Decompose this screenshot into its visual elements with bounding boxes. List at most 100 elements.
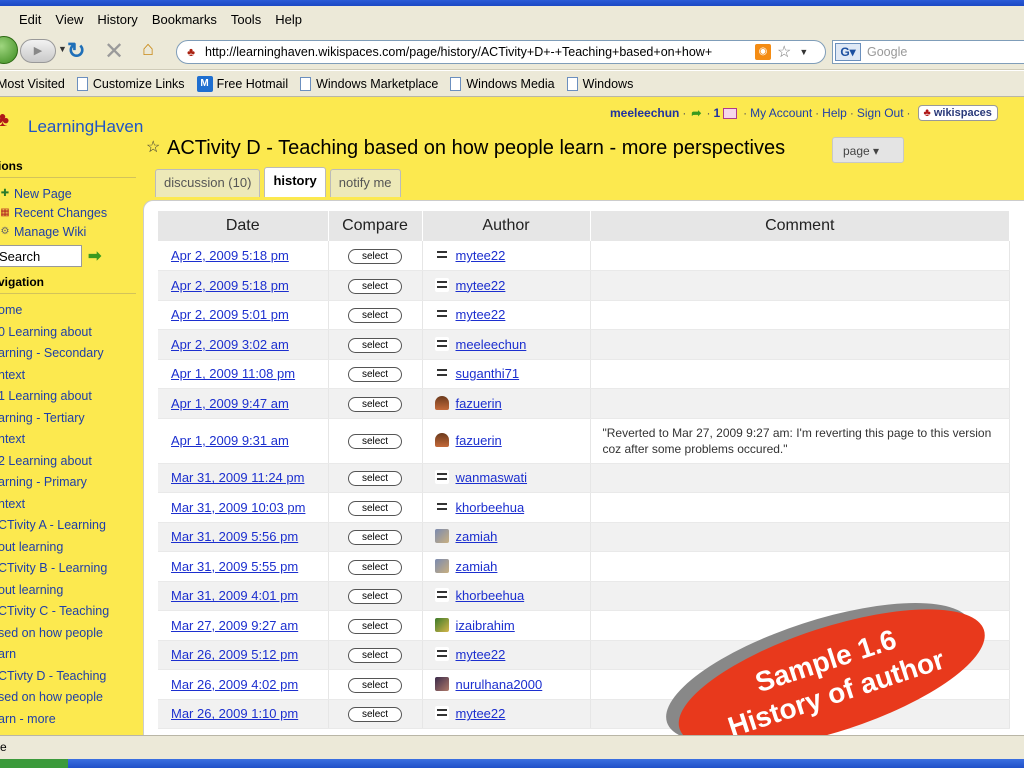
revision-date-link[interactable]: Apr 1, 2009 9:47 am	[171, 396, 289, 411]
select-compare-button[interactable]: select	[348, 589, 402, 605]
menu-view[interactable]: View	[48, 12, 90, 27]
select-compare-button[interactable]: select	[348, 530, 402, 546]
my-account-link[interactable]: My Account	[750, 106, 812, 120]
revision-date-link[interactable]: Mar 26, 2009 4:02 pm	[171, 677, 298, 692]
select-compare-button[interactable]: select	[348, 434, 402, 449]
select-compare-button[interactable]: select	[348, 396, 402, 412]
url-bar[interactable]: ♣ http://learninghaven.wikispaces.com/pa…	[176, 40, 826, 64]
author-link[interactable]: khorbeehua	[456, 588, 525, 603]
author-link[interactable]: mytee22	[456, 248, 506, 263]
nav-link[interactable]: 0 Learning about	[0, 322, 140, 344]
menu-tools[interactable]: Tools	[224, 12, 268, 27]
revision-date-link[interactable]: Mar 31, 2009 5:56 pm	[171, 529, 298, 544]
rss-feed-icon[interactable]: ◉	[755, 44, 771, 60]
nav-link[interactable]: sed on how people	[0, 623, 140, 645]
bookmark-free-hotmail[interactable]: M Free Hotmail	[193, 75, 288, 92]
author-link[interactable]: mytee22	[456, 278, 506, 293]
bookmark-customize-links[interactable]: Customize Links	[73, 76, 185, 91]
nav-link[interactable]: ntext	[0, 494, 140, 516]
nav-link[interactable]: CTivity B - Learning	[0, 558, 140, 580]
nav-link[interactable]: ntext	[0, 365, 140, 387]
menu-history[interactable]: History	[90, 12, 144, 27]
tab-history[interactable]: history	[264, 167, 326, 197]
author-link[interactable]: mytee22	[456, 706, 506, 721]
select-compare-button[interactable]: select	[348, 278, 402, 294]
select-compare-button[interactable]: select	[348, 471, 402, 487]
author-link[interactable]: fazuerin	[456, 433, 502, 448]
revision-date-link[interactable]: Mar 27, 2009 9:27 am	[171, 618, 298, 633]
revision-date-link[interactable]: Apr 2, 2009 5:18 pm	[171, 248, 289, 263]
author-link[interactable]: zamiah	[456, 559, 498, 574]
bookmark-windows-marketplace[interactable]: Windows Marketplace	[296, 76, 438, 91]
select-compare-button[interactable]: select	[348, 337, 402, 353]
author-link[interactable]: mytee22	[456, 307, 506, 322]
author-link[interactable]: wanmaswati	[456, 470, 528, 485]
nav-link[interactable]: arn	[0, 644, 140, 666]
bookmark-windows[interactable]: Windows	[563, 76, 633, 91]
bookmark-windows-media[interactable]: Windows Media	[446, 76, 555, 91]
wikispaces-badge[interactable]: ♣ wikispaces	[917, 105, 998, 121]
select-compare-button[interactable]: select	[348, 559, 402, 575]
menu-help[interactable]: Help	[268, 12, 309, 27]
sidebar-item-recent-changes[interactable]: ▦ Recent Changes	[0, 203, 140, 222]
author-link[interactable]: mytee22	[456, 647, 506, 662]
select-compare-button[interactable]: select	[348, 308, 402, 324]
menu-bookmarks[interactable]: Bookmarks	[145, 12, 224, 27]
author-link[interactable]: zamiah	[456, 529, 498, 544]
nav-link[interactable]: sed on how people	[0, 687, 140, 709]
select-compare-button[interactable]: select	[348, 249, 402, 264]
select-compare-button[interactable]: select	[348, 677, 402, 693]
nav-link[interactable]: CTivity A - Learning	[0, 515, 140, 537]
bookmark-most-visited[interactable]: Most Visited	[0, 77, 65, 91]
go-arrow-icon[interactable]: ➡	[88, 246, 101, 266]
nav-link[interactable]: 2 Learning about	[0, 451, 140, 473]
nav-link[interactable]: out learning	[0, 537, 140, 559]
nav-link[interactable]: CTivty D - Teaching	[0, 666, 140, 688]
revision-date-link[interactable]: Apr 2, 2009 3:02 am	[171, 337, 289, 352]
nav-link[interactable]: ntext	[0, 429, 140, 451]
nav-link[interactable]: 1 Learning about	[0, 386, 140, 408]
revision-date-link[interactable]: Apr 1, 2009 9:31 am	[171, 433, 289, 448]
nav-link[interactable]: out learning	[0, 580, 140, 602]
sidebar-item-manage-wiki[interactable]: ⚙ Manage Wiki	[0, 222, 140, 241]
select-compare-button[interactable]: select	[348, 618, 402, 634]
sidebar-item-new-page[interactable]: ✚ New Page	[0, 184, 140, 203]
revision-date-link[interactable]: Apr 1, 2009 11:08 pm	[171, 366, 295, 381]
revision-date-link[interactable]: Mar 31, 2009 5:55 pm	[171, 559, 298, 574]
nav-link[interactable]: arning - Secondary	[0, 343, 140, 365]
url-text[interactable]: http://learninghaven.wikispaces.com/page…	[205, 45, 753, 59]
message-count[interactable]: 1	[713, 106, 720, 120]
forward-button[interactable]: ▶	[20, 39, 56, 63]
search-bar[interactable]: G▾ Google	[832, 40, 1024, 64]
google-engine-icon[interactable]: G▾	[835, 43, 861, 61]
nav-link[interactable]: CTivity C - Teaching	[0, 601, 140, 623]
start-button[interactable]	[0, 759, 68, 768]
revision-date-link[interactable]: Mar 26, 2009 1:10 pm	[171, 706, 298, 721]
author-link[interactable]: izaibrahim	[456, 618, 515, 633]
select-compare-button[interactable]: select	[348, 367, 402, 383]
site-name[interactable]: LearningHaven	[28, 117, 143, 137]
revision-date-link[interactable]: Mar 26, 2009 5:12 pm	[171, 647, 298, 662]
author-link[interactable]: khorbeehua	[456, 500, 525, 515]
watch-star-icon[interactable]: ☆	[146, 137, 160, 157]
nav-link[interactable]: arning - Primary	[0, 472, 140, 494]
back-button[interactable]	[0, 36, 18, 64]
author-link[interactable]: meeleechun	[456, 337, 527, 352]
select-compare-button[interactable]: select	[348, 648, 402, 664]
url-dropdown-icon[interactable]: ▼	[799, 47, 808, 57]
sign-out-link[interactable]: Sign Out	[857, 106, 904, 120]
page-menu-button[interactable]: page ▾	[832, 137, 904, 163]
stop-icon[interactable]: ✕	[104, 37, 124, 66]
home-icon[interactable]: ⌂	[142, 38, 154, 61]
nav-link[interactable]: ome	[0, 300, 140, 322]
author-link[interactable]: nurulhana2000	[456, 677, 543, 692]
author-link[interactable]: suganthi71	[456, 366, 520, 381]
revision-date-link[interactable]: Apr 2, 2009 5:18 pm	[171, 278, 289, 293]
author-link[interactable]: fazuerin	[456, 396, 502, 411]
revision-date-link[interactable]: Apr 2, 2009 5:01 pm	[171, 307, 289, 322]
revision-date-link[interactable]: Mar 31, 2009 4:01 pm	[171, 588, 298, 603]
sidebar-search-input[interactable]	[0, 245, 82, 267]
favorites-arrow-icon[interactable]: ➦	[691, 106, 701, 120]
nav-link[interactable]: arning - Tertiary	[0, 408, 140, 430]
tab-notify-me[interactable]: notify me	[329, 169, 401, 197]
